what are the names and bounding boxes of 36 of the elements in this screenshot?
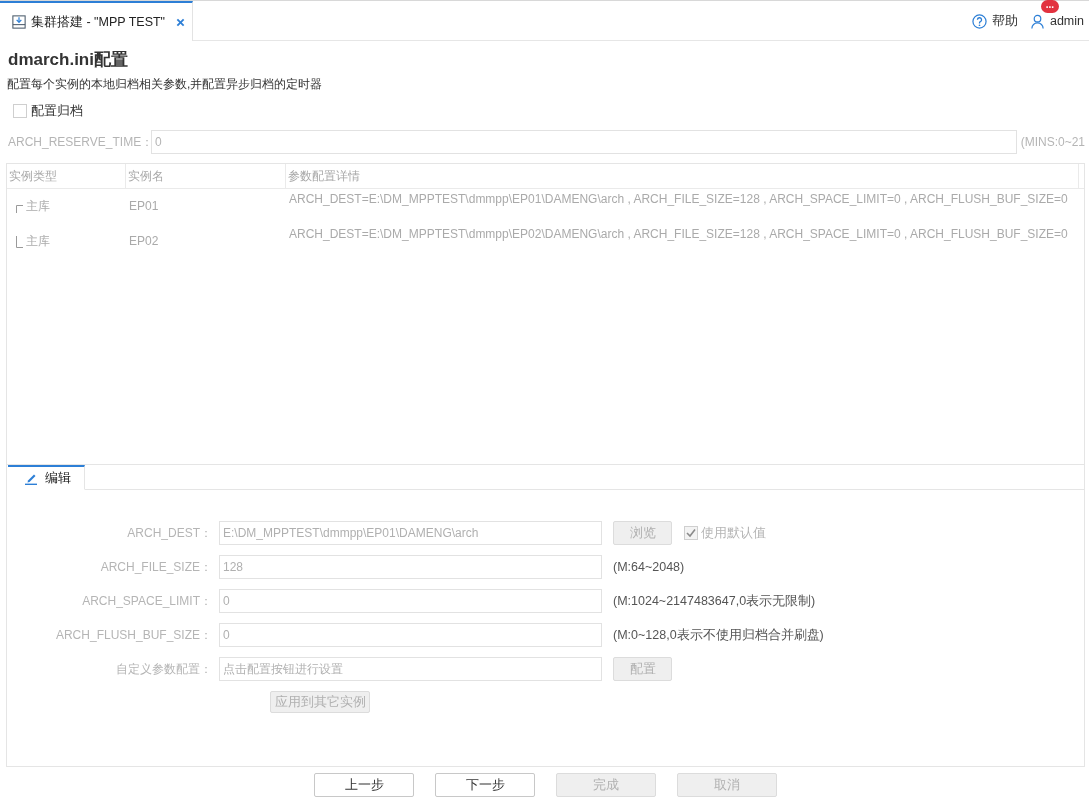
column-header: 实例名 [126, 164, 286, 188]
table-cell: ARCH_DEST=E:\DM_MPPTEST\dmmpp\EP02\DAMENG\arch , ARCH_FILE_SIZE=128 , ARCH_SPACE_LIMIT=0 , ARCH_FLUSH_BUF_SIZE=0 [289, 227, 1068, 242]
checkbox-label: 使用默认值 [701, 524, 766, 542]
field-label: ARCH_FILE_SIZE： [99, 558, 212, 576]
help-link[interactable]: 帮助 [971, 12, 1018, 30]
field-label: ARCH_RESERVE_TIME： [7, 133, 151, 151]
table-cell: 主库 [26, 234, 50, 249]
download-box-icon [12, 15, 26, 29]
notification-badge: ... [1040, 0, 1059, 13]
table-cell: EP01 [129, 199, 159, 214]
tree-line-icon [16, 235, 23, 248]
wizard-button[interactable]: 下一步 [435, 773, 535, 797]
range-hint: (M:0~128,0表示不使用归档合并刷盘) [613, 626, 824, 644]
table-cell: 主库 [26, 199, 50, 214]
column-header: 实例类型 [7, 164, 126, 188]
edit-tab[interactable]: 编辑 [8, 465, 85, 490]
user-icon [1029, 13, 1045, 29]
document-tab[interactable]: 集群搭建 - "MPP TEST" [0, 1, 193, 41]
range-hint: (M:64~2048) [613, 560, 685, 574]
checkbox-label: 配置归档 [31, 102, 83, 120]
column-header: 参数配置详情 [286, 164, 1079, 188]
table-cell: EP02 [129, 234, 159, 249]
close-icon[interactable] [176, 17, 186, 27]
field-label: ARCH_SPACE_LIMIT： [81, 592, 212, 610]
field-label: ARCH_DEST： [126, 524, 212, 542]
wizard-button[interactable]: 上一步 [314, 773, 414, 797]
page-title: dmarch.ini配置 [7, 49, 129, 71]
table-cell: ARCH_DEST=E:\DM_MPPTEST\dmmpp\EP01\DAMENG\arch , ARCH_FILE_SIZE=128 , ARCH_SPACE_LIMIT=0 , ARCH_FLUSH_BUF_SIZE=0 [289, 192, 1068, 207]
help-icon [971, 13, 987, 29]
page-description: 配置每个实例的本地归档相关参数,并配置异步归档的定时器 [6, 76, 324, 92]
checkbox[interactable] [13, 104, 27, 118]
range-hint: (M:1024~2147483647,0表示无限制) [613, 592, 816, 610]
field-label: 自定义参数配置： [115, 660, 212, 678]
user-menu[interactable]: admin [1029, 13, 1084, 29]
field-label: ARCH_FLUSH_BUF_SIZE： [54, 626, 212, 644]
range-hint: (MINS:0~21 [1020, 135, 1085, 149]
